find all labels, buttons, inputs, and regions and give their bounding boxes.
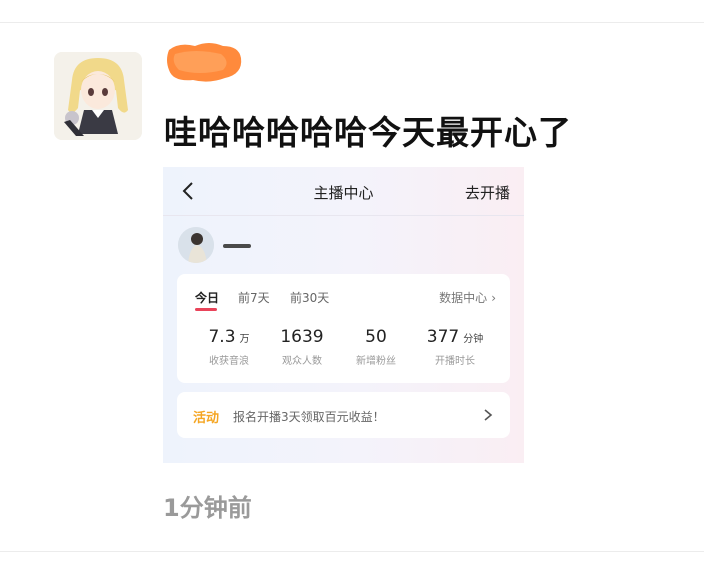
tab-today: 今日 bbox=[195, 291, 220, 305]
username-censored bbox=[167, 43, 242, 82]
tab-30-days: 前30天 bbox=[290, 291, 330, 305]
post-timestamp: 1分钟前 bbox=[163, 494, 252, 522]
post-text: 哇哈哈哈哈哈今天最开心了 bbox=[164, 113, 572, 152]
chevron-right-icon: › bbox=[491, 291, 496, 305]
stat-unit: 万 bbox=[239, 334, 250, 345]
stat-label: 收获音浪 bbox=[209, 356, 249, 367]
screenshot-header: 主播中心 去开播 bbox=[163, 167, 524, 216]
tab-7-days: 前7天 bbox=[238, 291, 270, 305]
stat-label: 开播时长 bbox=[435, 356, 475, 367]
activity-tag: 活动 bbox=[193, 411, 220, 426]
stat-label: 观众人数 bbox=[282, 356, 322, 367]
host-name-censored bbox=[223, 244, 251, 248]
stat-value: 7.3 bbox=[208, 327, 236, 347]
activity-text: 报名开播3天领取百元收益！ bbox=[233, 410, 385, 424]
stat-value: 50 bbox=[365, 327, 387, 347]
data-center-label: 数据中心 bbox=[439, 291, 488, 305]
chevron-right-icon bbox=[484, 409, 493, 421]
stat-label: 新增粉丝 bbox=[356, 356, 396, 367]
avatar-illustration bbox=[54, 52, 142, 140]
stat-sound-wave: 7.3 万 bbox=[189, 327, 269, 347]
stat-new-fans: 50 bbox=[336, 327, 416, 347]
stats-card: 今日 前7天 前30天 数据中心 › 7.3 万 收获音浪 1639 观众人数 50… bbox=[177, 274, 510, 383]
user-avatar[interactable] bbox=[54, 52, 142, 140]
top-divider bbox=[0, 22, 704, 23]
host-avatar bbox=[178, 227, 214, 263]
activity-banner: 活动 报名开播3天领取百元收益！ bbox=[177, 392, 510, 438]
data-center-link: 数据中心 › bbox=[439, 289, 496, 306]
stat-live-duration: 377 分钟 bbox=[415, 327, 495, 347]
bottom-divider bbox=[0, 551, 704, 552]
embedded-screenshot[interactable]: 主播中心 去开播 今日 前7天 前30天 数据中心 › 7.3 万 收获音浪 163… bbox=[163, 167, 524, 463]
stat-viewers: 1639 bbox=[262, 327, 342, 347]
tab-active-indicator bbox=[195, 308, 217, 311]
stat-unit: 分钟 bbox=[463, 334, 484, 345]
stat-value: 1639 bbox=[280, 327, 324, 347]
stat-value: 377 bbox=[426, 327, 460, 347]
go-live-link: 去开播 bbox=[464, 184, 510, 202]
